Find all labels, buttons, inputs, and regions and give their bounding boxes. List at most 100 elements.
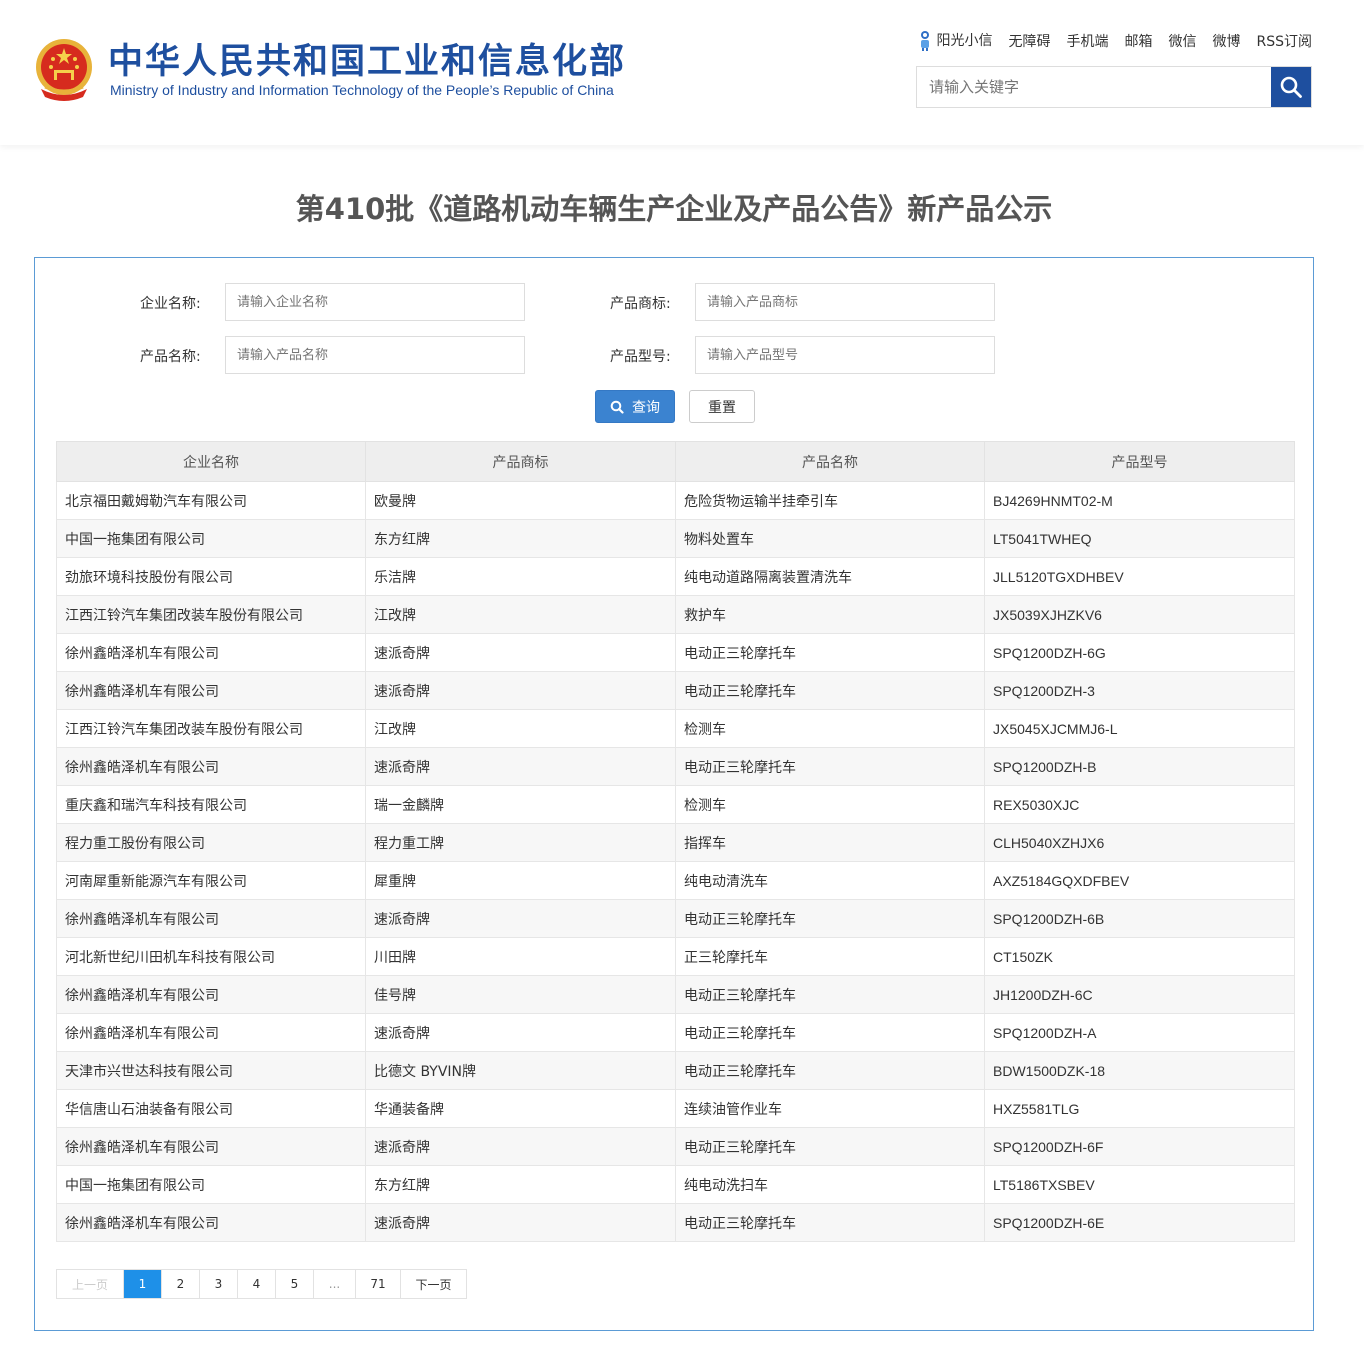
- cell-company: 华信唐山石油装备有限公司: [56, 1089, 366, 1128]
- cell-company: 劲旅环境科技股份有限公司: [56, 557, 366, 596]
- company-input[interactable]: [225, 283, 525, 321]
- table-row[interactable]: 河北新世纪川田机车科技有限公司 川田牌 正三轮摩托车 CT150ZK: [56, 937, 1295, 976]
- top-links: 阳光小信 无障碍 手机端 邮箱 微信 微博 RSS订阅: [918, 30, 1312, 52]
- table-row[interactable]: 华信唐山石油装备有限公司 华通装备牌 连续油管作业车 HXZ5581TLG: [56, 1089, 1295, 1128]
- cell-brand: 速派奇牌: [365, 1203, 676, 1242]
- cell-product: 指挥车: [675, 823, 985, 862]
- cell-product: 电动正三轮摩托车: [675, 1051, 985, 1090]
- national-emblem-icon[interactable]: [33, 37, 95, 103]
- table-row[interactable]: 徐州鑫皓泽机车有限公司 速派奇牌 电动正三轮摩托车 SPQ1200DZH-6B: [56, 899, 1295, 938]
- table-row[interactable]: 江西江铃汽车集团改装车股份有限公司 江改牌 检测车 JX5045XJCMMJ6-L: [56, 709, 1295, 748]
- cell-brand: 速派奇牌: [365, 1013, 676, 1052]
- cell-model: LT5041TWHEQ: [984, 519, 1295, 558]
- page-button-1[interactable]: 1: [124, 1270, 162, 1298]
- site-header: 中华人民共和国工业和信息化部 Ministry of Industry and …: [0, 0, 1364, 145]
- cell-company: 江西江铃汽车集团改装车股份有限公司: [56, 595, 366, 634]
- table-row[interactable]: 程力重工股份有限公司 程力重工牌 指挥车 CLH5040XZHJX6: [56, 823, 1295, 862]
- cell-company: 徐州鑫皓泽机车有限公司: [56, 747, 366, 786]
- table-row[interactable]: 劲旅环境科技股份有限公司 乐洁牌 纯电动道路隔离装置清洗车 JLL5120TGXDHB…: [56, 557, 1295, 596]
- cell-company: 徐州鑫皓泽机车有限公司: [56, 671, 366, 710]
- table-row[interactable]: 中国一拖集团有限公司 东方红牌 物料处置车 LT5041TWHEQ: [56, 519, 1295, 558]
- cell-brand: 瑞一金麟牌: [365, 785, 676, 824]
- cell-brand: 欧曼牌: [365, 481, 676, 520]
- link-mobile[interactable]: 手机端: [1066, 31, 1108, 51]
- link-wechat[interactable]: 微信: [1168, 31, 1196, 51]
- cell-brand: 华通装备牌: [365, 1089, 676, 1128]
- cell-company: 中国一拖集团有限公司: [56, 519, 366, 558]
- cell-product: 纯电动清洗车: [675, 861, 985, 900]
- cell-product: 电动正三轮摩托车: [675, 899, 985, 938]
- header-company: 企业名称: [56, 441, 366, 482]
- cell-product: 连续油管作业车: [675, 1089, 985, 1128]
- link-rss[interactable]: RSS订阅: [1256, 31, 1312, 51]
- cell-product: 电动正三轮摩托车: [675, 1203, 985, 1242]
- prev-page-button[interactable]: 上一页: [57, 1270, 124, 1298]
- page-title: 第410批《道路机动车辆生产企业及产品公告》新产品公示: [295, 192, 1053, 226]
- cell-brand: 东方红牌: [365, 1165, 676, 1204]
- cell-model: SPQ1200DZH-6G: [984, 633, 1295, 672]
- table-row[interactable]: 重庆鑫和瑞汽车科技有限公司 瑞一金麟牌 检测车 REX5030XJC: [56, 785, 1295, 824]
- query-panel: 企业名称: 产品商标: 产品名称: 产品型号: 查询 重置 企业名称 产品商标 …: [34, 257, 1314, 1331]
- cell-company: 徐州鑫皓泽机车有限公司: [56, 1013, 366, 1052]
- product-label: 产品名称:: [140, 349, 201, 365]
- link-sunshine[interactable]: 阳光小信: [918, 30, 992, 52]
- cell-company: 徐州鑫皓泽机车有限公司: [56, 899, 366, 938]
- cell-company: 河北新世纪川田机车科技有限公司: [56, 937, 366, 976]
- product-input[interactable]: [225, 336, 525, 374]
- table-row[interactable]: 徐州鑫皓泽机车有限公司 佳号牌 电动正三轮摩托车 JH1200DZH-6C: [56, 975, 1295, 1014]
- page-button-71[interactable]: 71: [356, 1270, 401, 1298]
- link-accessibility[interactable]: 无障碍: [1008, 31, 1050, 51]
- link-mail[interactable]: 邮箱: [1124, 31, 1152, 51]
- table-row[interactable]: 河南犀重新能源汽车有限公司 犀重牌 纯电动清洗车 AXZ5184GQXDFBEV: [56, 861, 1295, 900]
- table-row[interactable]: 徐州鑫皓泽机车有限公司 速派奇牌 电动正三轮摩托车 SPQ1200DZH-6F: [56, 1127, 1295, 1166]
- cell-model: LT5186TXSBEV: [984, 1165, 1295, 1204]
- cell-brand: 速派奇牌: [365, 747, 676, 786]
- cell-product: 物料处置车: [675, 519, 985, 558]
- reset-button[interactable]: 重置: [689, 390, 755, 423]
- table-row[interactable]: 徐州鑫皓泽机车有限公司 速派奇牌 电动正三轮摩托车 SPQ1200DZH-6G: [56, 633, 1295, 672]
- table-row[interactable]: 徐州鑫皓泽机车有限公司 速派奇牌 电动正三轮摩托车 SPQ1200DZH-6E: [56, 1203, 1295, 1242]
- company-label: 企业名称:: [140, 296, 201, 312]
- table-row[interactable]: 江西江铃汽车集团改装车股份有限公司 江改牌 救护车 JX5039XJHZKV6: [56, 595, 1295, 634]
- query-button[interactable]: 查询: [595, 390, 675, 423]
- cell-model: SPQ1200DZH-6E: [984, 1203, 1295, 1242]
- cell-model: JH1200DZH-6C: [984, 975, 1295, 1014]
- cell-company: 北京福田戴姆勒汽车有限公司: [56, 481, 366, 520]
- pagination: 上一页 1 2 3 4 5 ... 71 下一页: [56, 1269, 467, 1299]
- table-row[interactable]: 天津市兴世达科技有限公司 比德文 BYVIN牌 电动正三轮摩托车 BDW1500DZK…: [56, 1051, 1295, 1090]
- cell-product: 电动正三轮摩托车: [675, 671, 985, 710]
- cell-product: 正三轮摩托车: [675, 937, 985, 976]
- site-search-button[interactable]: [1271, 67, 1311, 107]
- table-row[interactable]: 徐州鑫皓泽机车有限公司 速派奇牌 电动正三轮摩托车 SPQ1200DZH-3: [56, 671, 1295, 710]
- table-row[interactable]: 北京福田戴姆勒汽车有限公司 欧曼牌 危险货物运输半挂牵引车 BJ4269HNMT02-…: [56, 481, 1295, 520]
- cell-company: 天津市兴世达科技有限公司: [56, 1051, 366, 1090]
- product-table: 企业名称 产品商标 产品名称 产品型号 北京福田戴姆勒汽车有限公司 欧曼牌 危险货物…: [56, 441, 1295, 1242]
- table-row[interactable]: 徐州鑫皓泽机车有限公司 速派奇牌 电动正三轮摩托车 SPQ1200DZH-B: [56, 747, 1295, 786]
- cell-model: SPQ1200DZH-3: [984, 671, 1295, 710]
- site-title[interactable]: 中华人民共和国工业和信息化部: [108, 38, 626, 86]
- cell-brand: 东方红牌: [365, 519, 676, 558]
- table-row[interactable]: 中国一拖集团有限公司 东方红牌 纯电动洗扫车 LT5186TXSBEV: [56, 1165, 1295, 1204]
- page-button-5[interactable]: 5: [276, 1270, 314, 1298]
- brand-input[interactable]: [695, 283, 995, 321]
- cell-brand: 速派奇牌: [365, 1127, 676, 1166]
- site-search-input[interactable]: [917, 67, 1272, 107]
- link-weibo[interactable]: 微博: [1212, 31, 1240, 51]
- cell-brand: 比德文 BYVIN牌: [365, 1051, 676, 1090]
- cell-model: REX5030XJC: [984, 785, 1295, 824]
- page-button-4[interactable]: 4: [238, 1270, 276, 1298]
- page-button-2[interactable]: 2: [162, 1270, 200, 1298]
- cell-model: HXZ5581TLG: [984, 1089, 1295, 1128]
- cell-model: JX5045XJCMMJ6-L: [984, 709, 1295, 748]
- cell-product: 电动正三轮摩托车: [675, 633, 985, 672]
- cell-product: 危险货物运输半挂牵引车: [675, 481, 985, 520]
- model-input[interactable]: [695, 336, 995, 374]
- cell-model: AXZ5184GQXDFBEV: [984, 861, 1295, 900]
- cell-product: 救护车: [675, 595, 985, 634]
- site-subtitle: Ministry of Industry and Information Tec…: [110, 82, 614, 98]
- cell-model: JX5039XJHZKV6: [984, 595, 1295, 634]
- page-button-3[interactable]: 3: [200, 1270, 238, 1298]
- table-row[interactable]: 徐州鑫皓泽机车有限公司 速派奇牌 电动正三轮摩托车 SPQ1200DZH-A: [56, 1013, 1295, 1052]
- query-button-label: 查询: [632, 399, 660, 416]
- next-page-button[interactable]: 下一页: [401, 1270, 467, 1298]
